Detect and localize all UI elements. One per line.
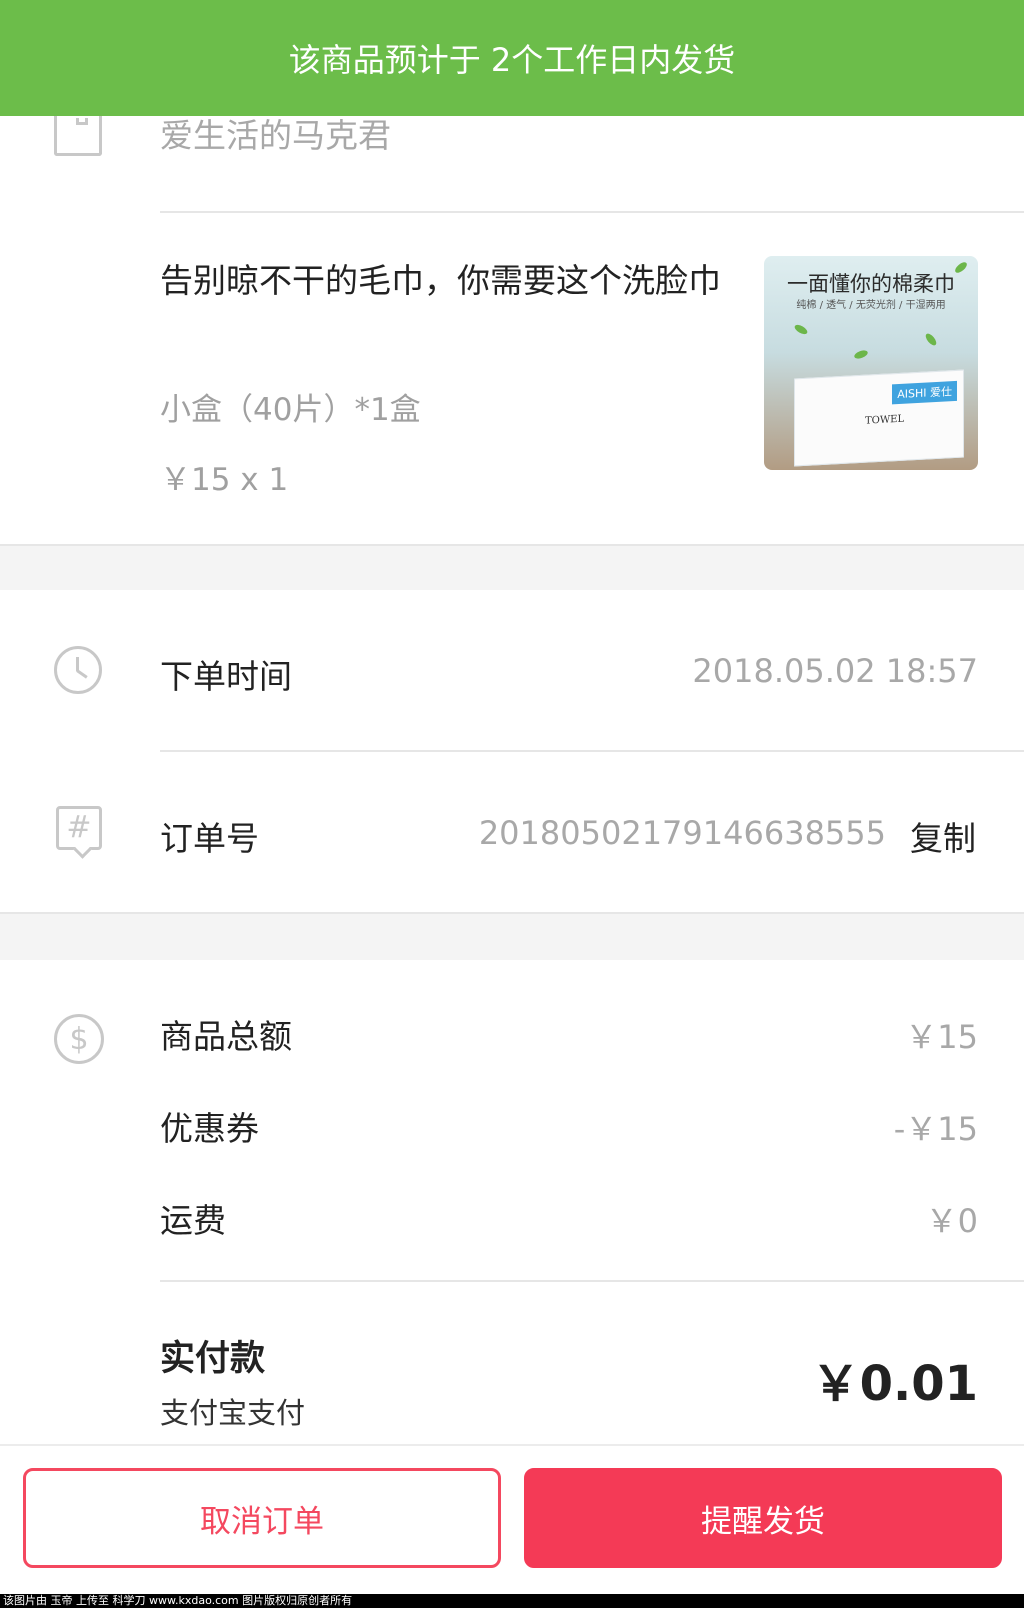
product-card[interactable]: 告别晾不干的毛巾，你需要这个洗脸巾 小盒（40片）*1盒 ￥15 x 1 一面懂… bbox=[0, 214, 1024, 544]
section-gap bbox=[0, 914, 1024, 960]
order-time-value: 2018.05.02 18:57 bbox=[692, 652, 978, 690]
order-number-value: 201805021791466385​55 bbox=[478, 814, 886, 852]
goods-total-value: ￥15 bbox=[905, 1018, 978, 1056]
shipping-label: 运费 bbox=[160, 1201, 226, 1240]
bottom-action-bar: 取消订单 提醒发货 bbox=[0, 1444, 1024, 1594]
goods-total-label: 商品总额 bbox=[160, 1017, 292, 1056]
paid-amount: ￥0.01 bbox=[811, 1356, 978, 1412]
hash-icon: # bbox=[56, 806, 102, 850]
shop-row[interactable]: 爱生活的马克君 bbox=[0, 116, 1024, 212]
shipping-banner: 该商品预计于 2个工作日内发货 bbox=[0, 0, 1024, 116]
shipping-banner-text: 该商品预计于 2个工作日内发货 bbox=[288, 41, 736, 79]
dollar-icon: $ bbox=[54, 1014, 104, 1064]
thumbnail-headline: 一面懂你的棉柔巾 bbox=[787, 272, 955, 296]
shipping-value: ￥0 bbox=[925, 1202, 978, 1240]
copy-button[interactable]: 复制 bbox=[910, 812, 976, 860]
watermark-footer: 该图片由 玉帝 上传至 科学刀 www.kxdao.com 图片版权归原创者所有 bbox=[0, 1594, 1024, 1608]
leaf-decoration bbox=[793, 322, 809, 337]
product-thumbnail[interactable]: 一面懂你的棉柔巾 纯棉 / 透气 / 无荧光剂 / 干湿两用 AISHI 爱仕 … bbox=[764, 256, 978, 470]
payment-section: $ 商品总额 ￥15 优惠券 -￥15 运费 ￥0 实付款 支付宝支付 ￥0.0… bbox=[0, 960, 1024, 1444]
tissue-box-image: AISHI 爱仕 TOWEL bbox=[794, 369, 964, 467]
shop-icon bbox=[54, 116, 102, 156]
divider bbox=[160, 750, 1024, 752]
coupon-label: 优惠券 bbox=[160, 1109, 259, 1148]
paid-method: 支付宝支付 bbox=[160, 1396, 306, 1430]
thumbnail-towel-text: TOWEL bbox=[865, 413, 905, 427]
coupon-value: -￥15 bbox=[893, 1110, 978, 1148]
divider bbox=[160, 1280, 1024, 1282]
order-info-section: 下单时间 2018.05.02 18:57 # 订单号 201805021791… bbox=[0, 590, 1024, 912]
order-time-label: 下单时间 bbox=[160, 657, 292, 696]
shop-name: 爱生活的马克君 bbox=[160, 116, 391, 155]
remind-shipping-button[interactable]: 提醒发货 bbox=[524, 1468, 1002, 1568]
divider bbox=[160, 211, 1024, 213]
product-spec: 小盒（40片）*1盒 bbox=[160, 392, 421, 428]
product-price: ￥15 x 1 bbox=[160, 462, 289, 498]
paid-label: 实付款 bbox=[160, 1339, 266, 1379]
order-number-label: 订单号 bbox=[160, 819, 259, 858]
thumbnail-brand: AISHI 爱仕 bbox=[892, 380, 957, 405]
product-title: 告别晾不干的毛巾，你需要这个洗脸巾 bbox=[160, 261, 721, 300]
cancel-order-button[interactable]: 取消订单 bbox=[23, 1468, 501, 1568]
leaf-decoration bbox=[853, 348, 869, 361]
thumbnail-subline: 纯棉 / 透气 / 无荧光剂 / 干湿两用 bbox=[796, 300, 946, 311]
clock-icon bbox=[54, 646, 102, 694]
leaf-decoration bbox=[923, 331, 939, 348]
section-gap bbox=[0, 546, 1024, 590]
